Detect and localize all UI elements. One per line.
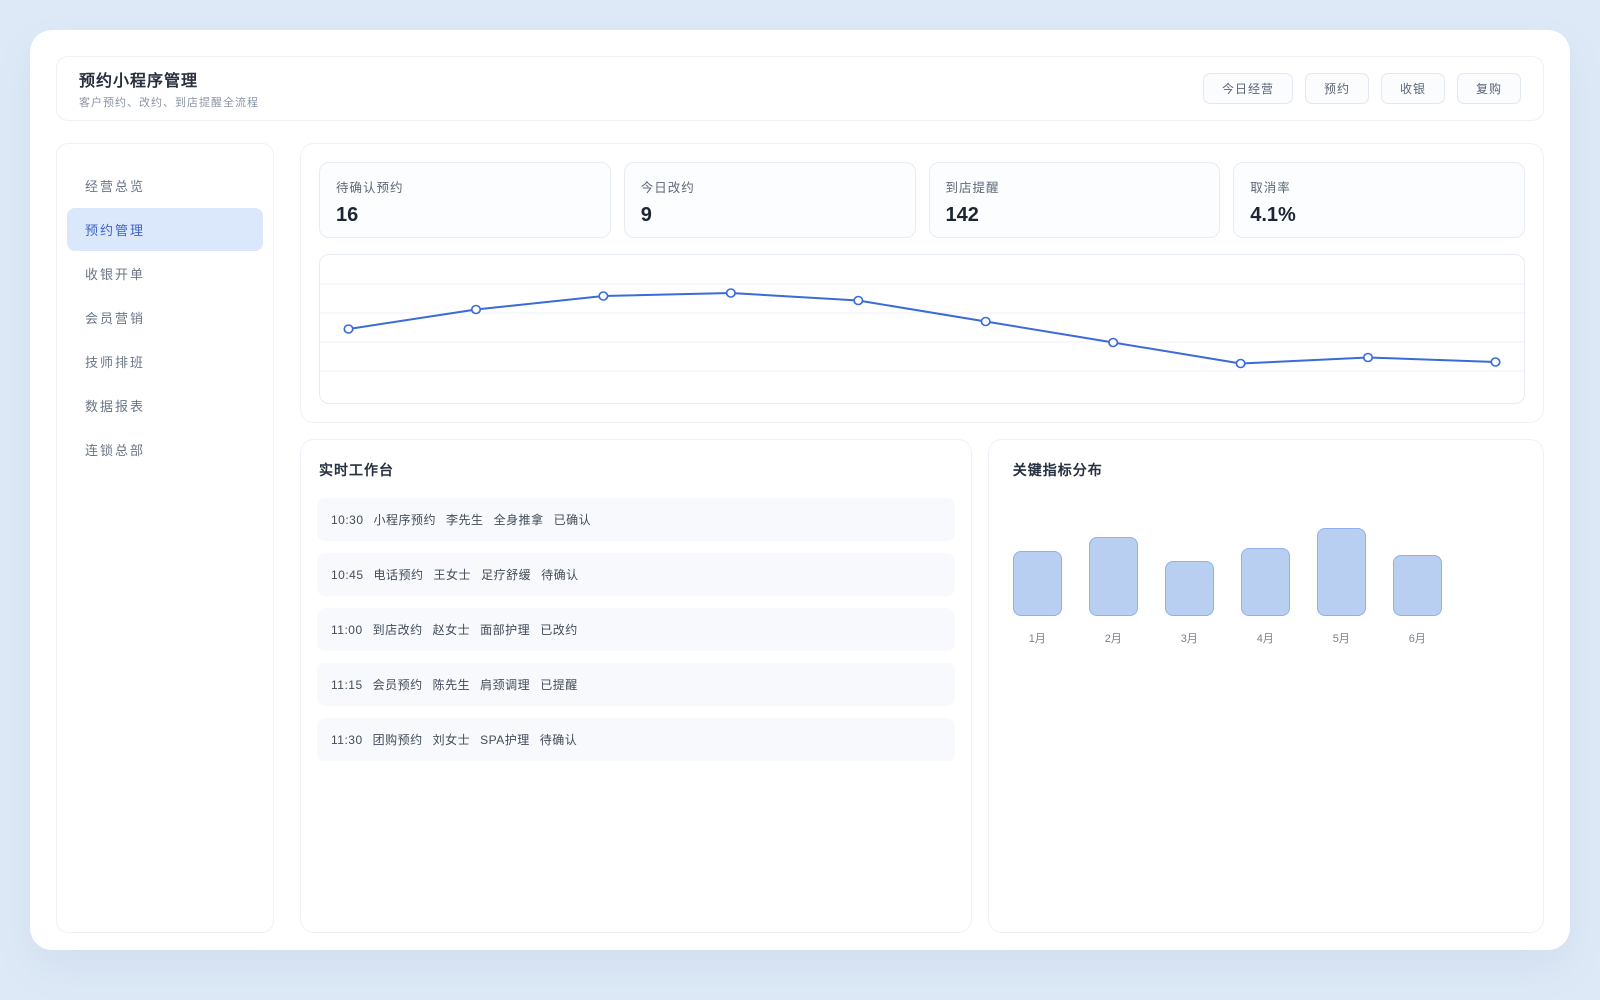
booking-customer: 赵女士 bbox=[432, 623, 471, 637]
booking-customer: 刘女士 bbox=[432, 733, 471, 747]
stat-card-arrival-reminders: 到店提醒 142 bbox=[928, 162, 1221, 238]
indicators-title: 关键指标分布 bbox=[1012, 462, 1103, 478]
bar-label-month-6: 6月 bbox=[1408, 633, 1426, 645]
booking-status: 已提醒 bbox=[540, 678, 578, 692]
repurchase-button[interactable]: 复购 bbox=[1456, 73, 1521, 104]
booking-time: 11:00 bbox=[331, 622, 363, 637]
sidebar-item-member-marketing[interactable]: 会员营销 bbox=[67, 296, 263, 339]
stat-card-today-reschedules: 今日改约 9 bbox=[623, 162, 916, 238]
bar-chart-bars bbox=[1012, 528, 1527, 616]
header: 预约小程序管理 客户预约、改约、到店提醒全流程 今日经营 预约 收银 复购 bbox=[56, 56, 1544, 121]
stat-label: 到店提醒 bbox=[945, 181, 1000, 195]
header-actions: 今日经营 预约 收银 复购 bbox=[1202, 73, 1521, 104]
booking-time: 11:15 bbox=[331, 677, 363, 692]
sidebar-item-business-overview[interactable]: 经营总览 bbox=[67, 164, 263, 207]
booking-channel: 电话预约 bbox=[373, 568, 424, 582]
booking-service: 全身推拿 bbox=[493, 513, 544, 527]
booking-channel: 会员预约 bbox=[372, 678, 423, 692]
cashier-button[interactable]: 收银 bbox=[1380, 73, 1445, 104]
sidebar-item-booking-management[interactable]: 预约管理 bbox=[67, 208, 263, 251]
page-title: 预约小程序管理 bbox=[79, 73, 199, 90]
page-background: 预约小程序管理 客户预约、改约、到店提醒全流程 今日经营 预约 收银 复购 经营… bbox=[0, 0, 1600, 980]
bar-chart-labels: 1月 2月 3月 4月 5月 6月 bbox=[1013, 630, 1527, 646]
booking-customer: 王女士 bbox=[433, 568, 472, 582]
booking-time: 10:30 bbox=[331, 512, 364, 527]
booking-service: 面部护理 bbox=[480, 623, 531, 637]
bar-month-1 bbox=[1012, 551, 1062, 616]
booking-customer: 陈先生 bbox=[432, 678, 471, 692]
stat-value: 4.1% bbox=[1250, 204, 1296, 226]
booking-customer: 李先生 bbox=[446, 513, 484, 527]
bar-label-month-5: 5月 bbox=[1332, 633, 1350, 645]
booking-button[interactable]: 预约 bbox=[1304, 73, 1369, 104]
booking-service: 肩颈调理 bbox=[480, 678, 531, 692]
page-subtitle: 客户预约、改约、到店提醒全流程 bbox=[79, 97, 259, 109]
main-content: 待确认预约 16 今日改约 9 到店提醒 142 取消率 4.1% 实时工作台 … bbox=[300, 143, 1544, 933]
stat-label: 今日改约 bbox=[640, 181, 695, 195]
panels-row: 实时工作台 10:30 小程序预约 李先生 全身推拿 已确认 10:45 电话预… bbox=[300, 439, 1544, 933]
booking-status: 待确认 bbox=[539, 733, 578, 747]
indicators-panel: 关键指标分布 1月 2月 3月 4月 5月 6月 bbox=[987, 439, 1544, 933]
list-item[interactable]: 11:30 团购预约 刘女士 SPA护理 待确认 bbox=[317, 718, 955, 761]
bar-month-3 bbox=[1164, 561, 1214, 616]
bar-label-month-4: 4月 bbox=[1256, 633, 1274, 645]
stat-value: 16 bbox=[336, 204, 359, 226]
workbench-list: 10:30 小程序预约 李先生 全身推拿 已确认 10:45 电话预约 王女士 … bbox=[317, 498, 955, 761]
booking-time: 10:45 bbox=[331, 567, 364, 582]
list-item[interactable]: 11:15 会员预约 陈先生 肩颈调理 已提醒 bbox=[317, 663, 955, 706]
stat-value: 9 bbox=[640, 204, 652, 226]
bar-month-4 bbox=[1240, 548, 1290, 616]
sidebar: 经营总览 预约管理 收银开单 会员营销 技师排班 数据报表 连锁总部 bbox=[56, 143, 274, 933]
header-titles: 预约小程序管理 客户预约、改约、到店提醒全流程 bbox=[79, 67, 259, 110]
sidebar-item-technician-schedule[interactable]: 技师排班 bbox=[67, 340, 263, 383]
stat-value: 142 bbox=[945, 204, 979, 226]
list-item[interactable]: 11:00 到店改约 赵女士 面部护理 已改约 bbox=[317, 608, 955, 651]
stat-card-pending-bookings: 待确认预约 16 bbox=[319, 162, 611, 238]
trend-chart-card bbox=[319, 254, 1525, 404]
trend-line-chart bbox=[320, 283, 1524, 372]
booking-channel: 到店改约 bbox=[372, 623, 423, 637]
bar-label-month-3: 3月 bbox=[1180, 633, 1198, 645]
booking-channel: 小程序预约 bbox=[373, 513, 437, 527]
overview-section: 待确认预约 16 今日改约 9 到店提醒 142 取消率 4.1% bbox=[300, 143, 1544, 423]
list-item[interactable]: 10:30 小程序预约 李先生 全身推拿 已确认 bbox=[317, 498, 955, 541]
bar-label-month-1: 1月 bbox=[1028, 633, 1046, 645]
stat-label: 取消率 bbox=[1250, 181, 1291, 195]
stats-row: 待确认预约 16 今日改约 9 到店提醒 142 取消率 4.1% bbox=[319, 162, 1525, 238]
bar-month-5 bbox=[1316, 528, 1366, 616]
app-container: 预约小程序管理 客户预约、改约、到店提醒全流程 今日经营 预约 收银 复购 经营… bbox=[30, 30, 1570, 950]
body-row: 经营总览 预约管理 收银开单 会员营销 技师排班 数据报表 连锁总部 待确认预约… bbox=[56, 143, 1544, 933]
sidebar-item-data-reports[interactable]: 数据报表 bbox=[67, 384, 263, 427]
bar-label-month-2: 2月 bbox=[1104, 633, 1122, 645]
sidebar-item-cashier-billing[interactable]: 收银开单 bbox=[67, 252, 263, 295]
booking-channel: 团购预约 bbox=[372, 733, 423, 747]
booking-status: 待确认 bbox=[541, 568, 579, 582]
today-business-button[interactable]: 今日经营 bbox=[1202, 73, 1293, 104]
booking-status: 已改约 bbox=[540, 623, 578, 637]
booking-time: 11:30 bbox=[331, 732, 363, 747]
workbench-panel: 实时工作台 10:30 小程序预约 李先生 全身推拿 已确认 10:45 电话预… bbox=[300, 439, 972, 933]
stat-card-cancel-rate: 取消率 4.1% bbox=[1233, 162, 1525, 238]
workbench-title: 实时工作台 bbox=[319, 462, 394, 478]
list-item[interactable]: 10:45 电话预约 王女士 足疗舒缓 待确认 bbox=[317, 553, 955, 596]
booking-service: SPA护理 bbox=[480, 733, 530, 747]
sidebar-item-chain-hq[interactable]: 连锁总部 bbox=[67, 428, 263, 471]
bar-month-6 bbox=[1392, 555, 1442, 616]
bar-chart: 1月 2月 3月 4月 5月 6月 bbox=[1011, 528, 1527, 646]
stat-label: 待确认预约 bbox=[336, 181, 404, 195]
booking-status: 已确认 bbox=[553, 513, 592, 527]
bar-month-2 bbox=[1088, 537, 1138, 616]
booking-service: 足疗舒缓 bbox=[481, 568, 532, 582]
